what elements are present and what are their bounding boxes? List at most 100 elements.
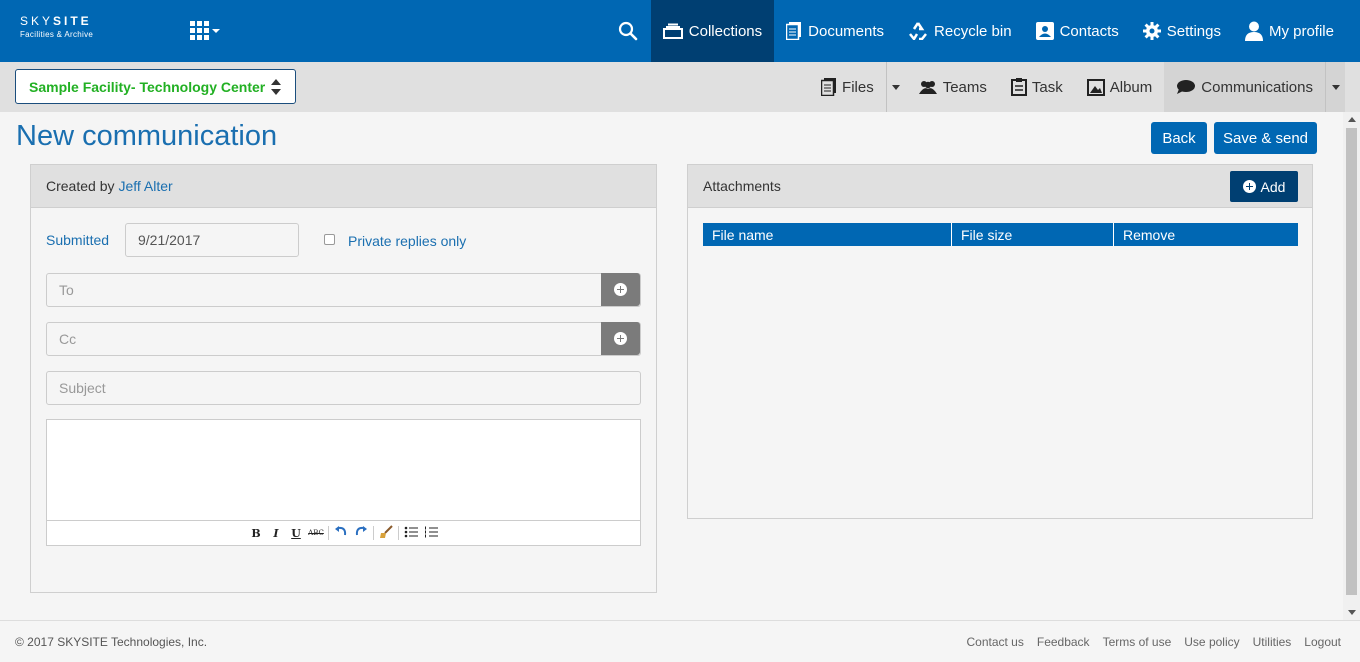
tab-label: Album bbox=[1109, 78, 1153, 96]
bullet-list-button[interactable] bbox=[403, 526, 419, 541]
attachments-title: Attachments bbox=[703, 178, 781, 194]
numbered-list-icon bbox=[425, 526, 438, 537]
user-icon bbox=[1244, 21, 1263, 41]
nav-label: My profile bbox=[1268, 22, 1334, 40]
created-by-label: Created by bbox=[46, 178, 115, 194]
nav-label: Documents bbox=[808, 22, 885, 40]
save-and-send-button[interactable]: Save & send bbox=[1214, 122, 1317, 154]
submitted-date-field[interactable]: 9/21/2017 bbox=[125, 223, 299, 257]
author-link[interactable]: Jeff Alter bbox=[118, 178, 172, 194]
facility-tabs: Files Teams Task Album Communications bbox=[809, 62, 1345, 112]
sort-icon bbox=[271, 79, 281, 95]
footer-link-use-policy[interactable]: Use policy bbox=[1184, 635, 1239, 649]
facility-selector[interactable]: Sample Facility- Technology Center bbox=[15, 69, 296, 104]
footer: © 2017 SKYSITE Technologies, Inc. Contac… bbox=[0, 620, 1360, 662]
panel-header: Attachments bbox=[688, 165, 1312, 208]
numbered-list-button[interactable] bbox=[423, 526, 439, 541]
footer-link-terms-of-use[interactable]: Terms of use bbox=[1103, 635, 1172, 649]
column-header-file-size[interactable]: File size bbox=[952, 223, 1114, 246]
task-icon bbox=[1010, 78, 1027, 96]
toolbar-divider bbox=[398, 526, 399, 540]
search-button[interactable] bbox=[609, 0, 647, 62]
nav-settings[interactable]: Settings bbox=[1131, 0, 1233, 62]
brand-name: SKYSITE bbox=[20, 14, 92, 28]
copyright: © 2017 SKYSITE Technologies, Inc. bbox=[15, 635, 208, 649]
facility-name: Sample Facility- Technology Center bbox=[29, 78, 266, 95]
top-navbar: SKYSITE Facilities & Archive Collections… bbox=[0, 0, 1360, 62]
add-attachment-button[interactable]: Add bbox=[1230, 171, 1298, 202]
redo-button[interactable] bbox=[353, 525, 369, 541]
scroll-thumb[interactable] bbox=[1346, 128, 1357, 595]
chevron-down-icon bbox=[892, 84, 901, 90]
add-recipient-cc-button[interactable] bbox=[601, 322, 640, 355]
to-field[interactable]: To bbox=[46, 273, 641, 307]
submitted-label: Submitted bbox=[46, 232, 110, 248]
nav-label: Recycle bin bbox=[934, 22, 1012, 40]
tab-teams[interactable]: Teams bbox=[906, 62, 999, 112]
plus-circle-icon bbox=[614, 283, 627, 296]
column-header-remove: Remove bbox=[1123, 226, 1176, 243]
tab-label: Communications bbox=[1201, 78, 1313, 96]
panel-header: Created by Jeff Alter bbox=[31, 165, 656, 208]
add-label: Add bbox=[1260, 178, 1286, 195]
gear-icon bbox=[1142, 22, 1161, 40]
footer-link-contact-us[interactable]: Contact us bbox=[966, 635, 1023, 649]
scroll-up-arrow-icon[interactable] bbox=[1348, 117, 1356, 122]
undo-button[interactable] bbox=[333, 525, 349, 541]
chevron-down-icon bbox=[212, 28, 220, 33]
nav-recycle-bin[interactable]: Recycle bin bbox=[896, 0, 1024, 62]
files-icon bbox=[821, 78, 837, 96]
communications-dropdown-toggle[interactable] bbox=[1325, 62, 1345, 112]
message-editor[interactable]: B I U ABC bbox=[46, 419, 641, 546]
bold-button[interactable]: B bbox=[248, 527, 264, 540]
tab-files[interactable]: Files bbox=[809, 62, 886, 112]
underline-button[interactable]: U bbox=[288, 527, 304, 540]
footer-link-utilities[interactable]: Utilities bbox=[1253, 635, 1292, 649]
redo-icon bbox=[355, 525, 367, 535]
cc-field[interactable]: Cc bbox=[46, 322, 641, 356]
apps-grid-icon bbox=[190, 21, 209, 40]
footer-links: Contact us Feedback Terms of use Use pol… bbox=[966, 635, 1341, 649]
skysite-logo[interactable]: SKYSITE Facilities & Archive bbox=[20, 14, 93, 39]
tab-label: Task bbox=[1031, 78, 1063, 96]
plus-circle-icon bbox=[614, 332, 627, 345]
nav-collections[interactable]: Collections bbox=[650, 0, 775, 62]
top-nav: Collections Documents Recycle bin Contac… bbox=[609, 0, 1360, 62]
page-scrollbar[interactable] bbox=[1343, 112, 1360, 620]
album-icon bbox=[1086, 78, 1105, 96]
nav-my-profile[interactable]: My profile bbox=[1233, 0, 1360, 62]
toolbar-divider bbox=[373, 526, 374, 540]
search-icon bbox=[618, 21, 638, 41]
tab-task[interactable]: Task bbox=[999, 62, 1075, 112]
column-header-file-name[interactable]: File name bbox=[703, 223, 952, 246]
footer-link-logout[interactable]: Logout bbox=[1304, 635, 1341, 649]
nav-contacts[interactable]: Contacts bbox=[1024, 0, 1131, 62]
files-dropdown-toggle[interactable] bbox=[885, 62, 906, 112]
tab-communications[interactable]: Communications bbox=[1164, 62, 1325, 112]
private-replies-checkbox[interactable] bbox=[324, 234, 335, 245]
add-recipient-to-button[interactable] bbox=[601, 273, 640, 306]
subject-field[interactable]: Subject bbox=[46, 371, 641, 405]
bullet-list-icon bbox=[404, 526, 418, 537]
chat-icon bbox=[1177, 80, 1196, 94]
tab-album[interactable]: Album bbox=[1075, 62, 1165, 112]
nav-label: Collections bbox=[688, 22, 763, 40]
tab-label: Teams bbox=[942, 78, 987, 96]
nav-documents[interactable]: Documents bbox=[774, 0, 896, 62]
tab-label: Files bbox=[842, 78, 874, 96]
italic-button[interactable]: I bbox=[268, 527, 284, 540]
plus-circle-icon bbox=[1242, 180, 1256, 193]
private-replies-label[interactable]: Private replies only bbox=[348, 233, 466, 249]
nav-label: Contacts bbox=[1059, 22, 1119, 40]
apps-menu-button[interactable] bbox=[190, 21, 220, 40]
contacts-icon bbox=[1035, 22, 1054, 40]
scroll-down-arrow-icon[interactable] bbox=[1348, 610, 1356, 615]
undo-icon bbox=[335, 525, 347, 535]
clear-format-button[interactable] bbox=[378, 524, 394, 542]
back-button[interactable]: Back bbox=[1151, 122, 1207, 154]
strikethrough-button[interactable]: ABC bbox=[308, 529, 324, 537]
footer-link-feedback[interactable]: Feedback bbox=[1037, 635, 1090, 649]
communication-form-panel: Created by Jeff Alter Submitted 9/21/201… bbox=[30, 164, 657, 593]
brush-icon bbox=[380, 524, 393, 538]
chevron-down-icon bbox=[1331, 84, 1340, 90]
